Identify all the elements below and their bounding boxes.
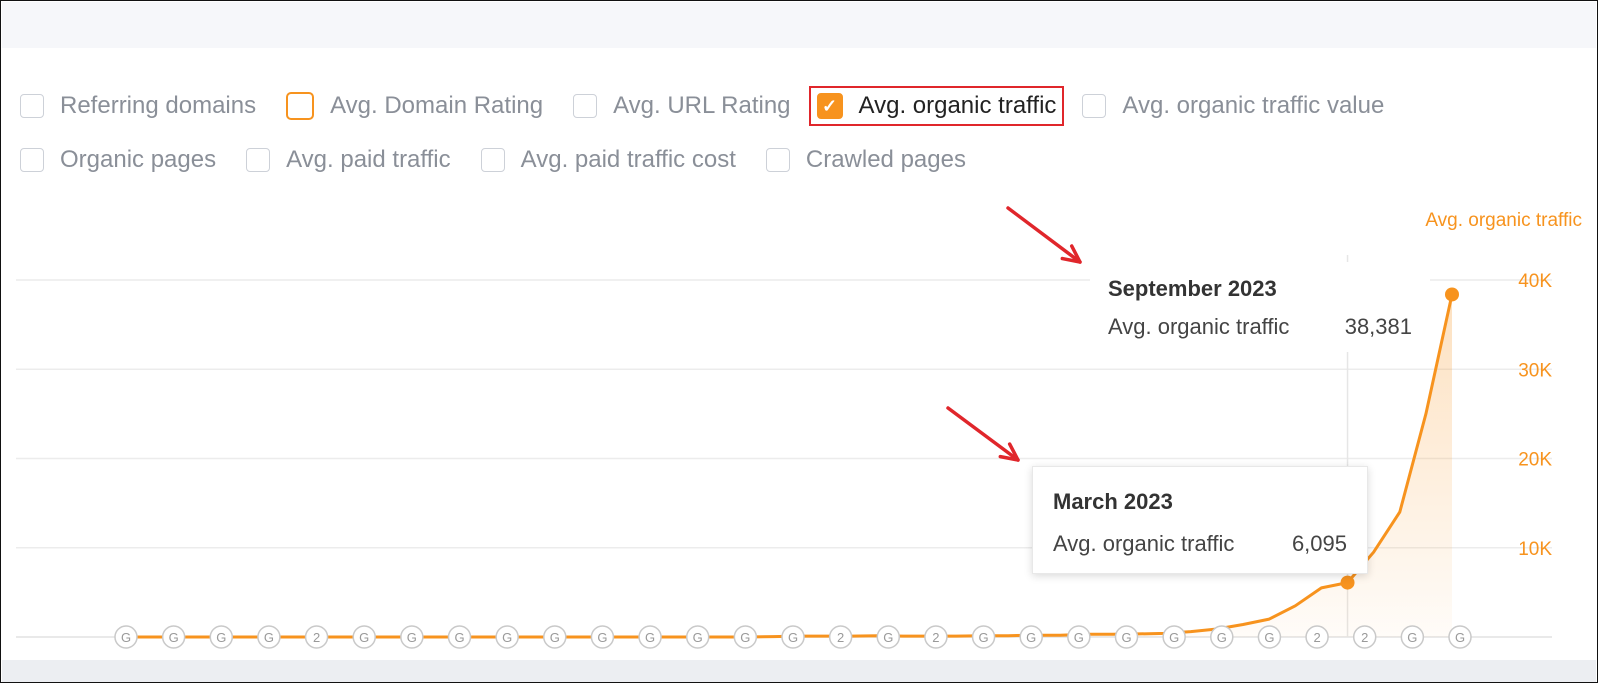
tooltip-title: March 2023	[1053, 489, 1173, 514]
tooltip-title: September 2023	[1108, 276, 1277, 301]
tooltip-value: 6,095	[1291, 531, 1347, 556]
annotation-marker-label: G	[454, 630, 464, 645]
y-tick-label: 40K	[1518, 271, 1552, 292]
annotation-marker-label: G	[1074, 630, 1084, 645]
annotation-marker-label: G	[264, 630, 274, 645]
annotation-marker-label: G	[1121, 630, 1131, 645]
tooltip-metric: Avg. organic traffic	[1108, 314, 1290, 339]
y-tick-label: 10K	[1518, 539, 1552, 560]
annotation-marker-label: 2	[837, 630, 844, 645]
y-tick-label: 30K	[1518, 360, 1552, 381]
annotation-marker-label: 2	[1361, 630, 1368, 645]
annotation-marker-label: 2	[932, 630, 939, 645]
annotation-marker-label: G	[597, 630, 607, 645]
data-point-highlight	[1340, 575, 1355, 590]
tooltip-march: March 2023 Avg. organic traffic 6,095	[1032, 466, 1368, 574]
annotation-marker-label: G	[550, 630, 560, 645]
annotation-marker-label: G	[1217, 630, 1227, 645]
annotation-marker-label: G	[216, 630, 226, 645]
tooltip-value: 38,381	[1344, 314, 1412, 339]
red-arrow-shaft	[946, 406, 1020, 462]
y-axis-title: Avg. organic traffic	[1425, 210, 1582, 231]
annotation-marker-label: G	[979, 630, 989, 645]
annotation-marker-label: G	[407, 630, 417, 645]
annotation-marker-label: G	[645, 630, 655, 645]
y-tick-label: 20K	[1518, 450, 1552, 471]
annotation-marker-label: G	[693, 630, 703, 645]
annotation-marker-label: 2	[313, 630, 320, 645]
annotation-marker-label: G	[1455, 630, 1465, 645]
annotation-marker-label: G	[740, 630, 750, 645]
tooltip-metric: Avg. organic traffic	[1053, 531, 1235, 556]
annotation-marker-label: G	[169, 630, 179, 645]
annotation-marker-label: G	[1169, 630, 1179, 645]
bottom-bar	[2, 660, 1596, 682]
annotation-marker-label: G	[788, 630, 798, 645]
annotation-marker-label: G	[359, 630, 369, 645]
tooltip-september: September 2023 Avg. organic traffic 38,38…	[1090, 262, 1430, 352]
annotation-marker-label: G	[121, 630, 131, 645]
annotation-marker-label: G	[502, 630, 512, 645]
annotation-marker-label: G	[883, 630, 893, 645]
red-arrow-shaft	[1006, 206, 1082, 264]
annotation-marker-label: G	[1407, 630, 1417, 645]
annotation-marker-label: 2	[1313, 630, 1320, 645]
annotation-marker-label: G	[1026, 630, 1036, 645]
annotation-marker-label: G	[1264, 630, 1274, 645]
data-point-highlight	[1445, 287, 1459, 302]
